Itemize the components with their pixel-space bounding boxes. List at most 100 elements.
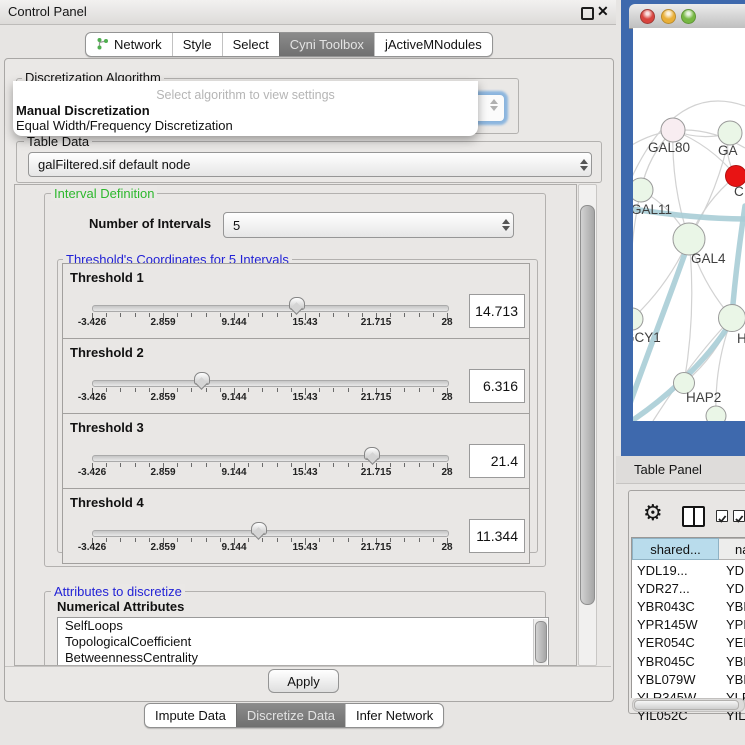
cell-shared-name: YBR045C [632, 654, 719, 669]
apply-button[interactable]: Apply [268, 669, 339, 693]
tab-jactivemnodules[interactable]: jActiveMNodules [374, 33, 492, 56]
number-of-intervals-spinner[interactable]: 5 [223, 212, 514, 238]
threshold-4-value-field[interactable]: 11.344 [469, 519, 525, 553]
tick-label: 15.43 [292, 467, 317, 478]
tick-mark [277, 313, 278, 317]
settings-scrollbar[interactable] [578, 184, 597, 666]
slider-track[interactable] [92, 530, 449, 537]
tick-mark [404, 463, 405, 467]
top-tab-bar: NetworkStyleSelect Cyni Toolbox jActiveMNo… [85, 32, 493, 57]
table-hscrollbar[interactable] [632, 698, 745, 712]
tick-mark [177, 463, 178, 467]
slider-thumb[interactable] [251, 522, 267, 541]
close-icon[interactable]: ✕ [597, 3, 609, 20]
table-hscrollbar-thumb[interactable] [634, 700, 739, 710]
network-node[interactable] [718, 121, 742, 145]
tick-mark [419, 313, 420, 317]
settings-viewport: Interval Definition Number of Intervals … [14, 184, 577, 666]
attribute-item-topologicalcoefficient[interactable]: TopologicalCoefficient [58, 634, 548, 650]
tick-mark [419, 388, 420, 392]
tick-mark [319, 388, 320, 392]
table-row[interactable]: YER054CYER0 [632, 634, 745, 652]
checkbox-icon[interactable] [716, 510, 728, 522]
tick-mark [262, 388, 263, 392]
tick-label: -3.426 [78, 542, 106, 553]
close-traffic-light-icon[interactable] [640, 9, 655, 24]
panel-divider [5, 666, 611, 667]
slider-track[interactable] [92, 380, 449, 387]
tick-mark [135, 313, 136, 317]
algorithm-option-manual-discretization[interactable]: Manual Discretization [16, 103, 150, 118]
slider-thumb[interactable] [194, 372, 210, 391]
tab-network[interactable]: Network [86, 33, 172, 56]
checkbox-icon[interactable] [733, 510, 745, 522]
attribute-item-selfloops[interactable]: SelfLoops [58, 618, 548, 634]
slider-track[interactable] [92, 455, 449, 462]
tab-infer-network[interactable]: Infer Network [345, 704, 443, 727]
network-icon [96, 37, 109, 53]
spinner-arrows-icon [499, 219, 513, 231]
tab-style[interactable]: Style [172, 33, 222, 56]
slider-track[interactable] [92, 305, 449, 312]
network-node-label: GAL80 [648, 140, 690, 155]
thresholds-stack: Threshold 1-3.4262.8599.14415.4321.71528… [62, 264, 530, 564]
algorithm-option-equal-width-frequency-discretization[interactable]: Equal Width/Frequency Discretization [16, 118, 233, 133]
float-window-icon[interactable] [581, 7, 594, 20]
table-header-shared[interactable]: shared... [632, 538, 719, 560]
tick-mark [191, 538, 192, 542]
network-node[interactable] [661, 118, 685, 142]
tab-label: Cyni Toolbox [290, 37, 364, 52]
table-row[interactable]: YDL19...YDL1 [632, 561, 745, 579]
tick-label: 15.43 [292, 317, 317, 328]
screen: Control Panel ✕ NetworkStyleSelectCyni T… [0, 0, 745, 745]
cell-name: YDL1 [719, 563, 745, 578]
gear-icon[interactable]: ⚙ [643, 501, 663, 526]
tab-cyni-toolbox[interactable]: Cyni Toolbox [279, 33, 374, 56]
tick-mark [277, 463, 278, 467]
threshold-3-value-field[interactable]: 21.4 [469, 444, 525, 478]
table-data-combobox[interactable]: galFiltered.sif default node [28, 152, 592, 177]
tick-mark [433, 538, 434, 542]
network-edge-thick [732, 206, 745, 316]
columns-icon[interactable] [682, 506, 705, 527]
cell-shared-name: YER054C [632, 635, 719, 650]
tick-label: 21.715 [361, 467, 392, 478]
tick-label: 2.859 [150, 467, 175, 478]
attribute-item-betweennesscentrality[interactable]: BetweennessCentrality [58, 650, 548, 666]
tick-mark [404, 388, 405, 392]
network-node[interactable] [706, 406, 726, 421]
table-row[interactable]: YDR27...YDR2 [632, 579, 745, 597]
network-node[interactable] [633, 178, 653, 202]
table-row[interactable]: YBR045CYBR0 [632, 652, 745, 670]
tick-mark [262, 538, 263, 542]
tick-mark [333, 388, 334, 392]
cell-name: YBL0 [719, 672, 745, 687]
network-canvas[interactable]: GAL80GACGAL11GAL4GCY1HHAP2 [633, 28, 745, 421]
combo-arrows-icon [577, 159, 591, 171]
table-row[interactable]: YBL079WYBL0 [632, 670, 745, 688]
network-node[interactable] [719, 305, 745, 332]
tick-mark [206, 538, 207, 542]
tick-mark [262, 313, 263, 317]
cell-shared-name: YBL079W [632, 672, 719, 687]
minimize-traffic-light-icon[interactable] [661, 9, 676, 24]
tab-select[interactable]: Select [222, 33, 279, 56]
tab-impute-data[interactable]: Impute Data [145, 704, 236, 727]
table-row[interactable]: YPR145WYPR1 [632, 616, 745, 634]
table-row[interactable]: YBR043CYBR0 [632, 597, 745, 615]
network-node[interactable] [633, 308, 643, 330]
tick-mark [135, 463, 136, 467]
settings-scrollbar-thumb[interactable] [580, 205, 595, 605]
table-header-name[interactable]: na [719, 538, 745, 560]
tick-label: 28 [441, 392, 452, 403]
tab-discretize-data[interactable]: Discretize Data [236, 704, 345, 727]
threshold-1-value-field[interactable]: 14.713 [469, 294, 525, 328]
tick-mark [419, 463, 420, 467]
tick-label: 9.144 [221, 467, 246, 478]
attributes-list-scrollbar[interactable] [533, 619, 547, 665]
algorithm-hint: Select algorithm to view settings [13, 88, 478, 102]
cell-name: YPR1 [719, 617, 745, 632]
zoom-traffic-light-icon[interactable] [681, 9, 696, 24]
threshold-2-value-field[interactable]: 6.316 [469, 369, 525, 403]
slider-thumb[interactable] [364, 447, 380, 466]
